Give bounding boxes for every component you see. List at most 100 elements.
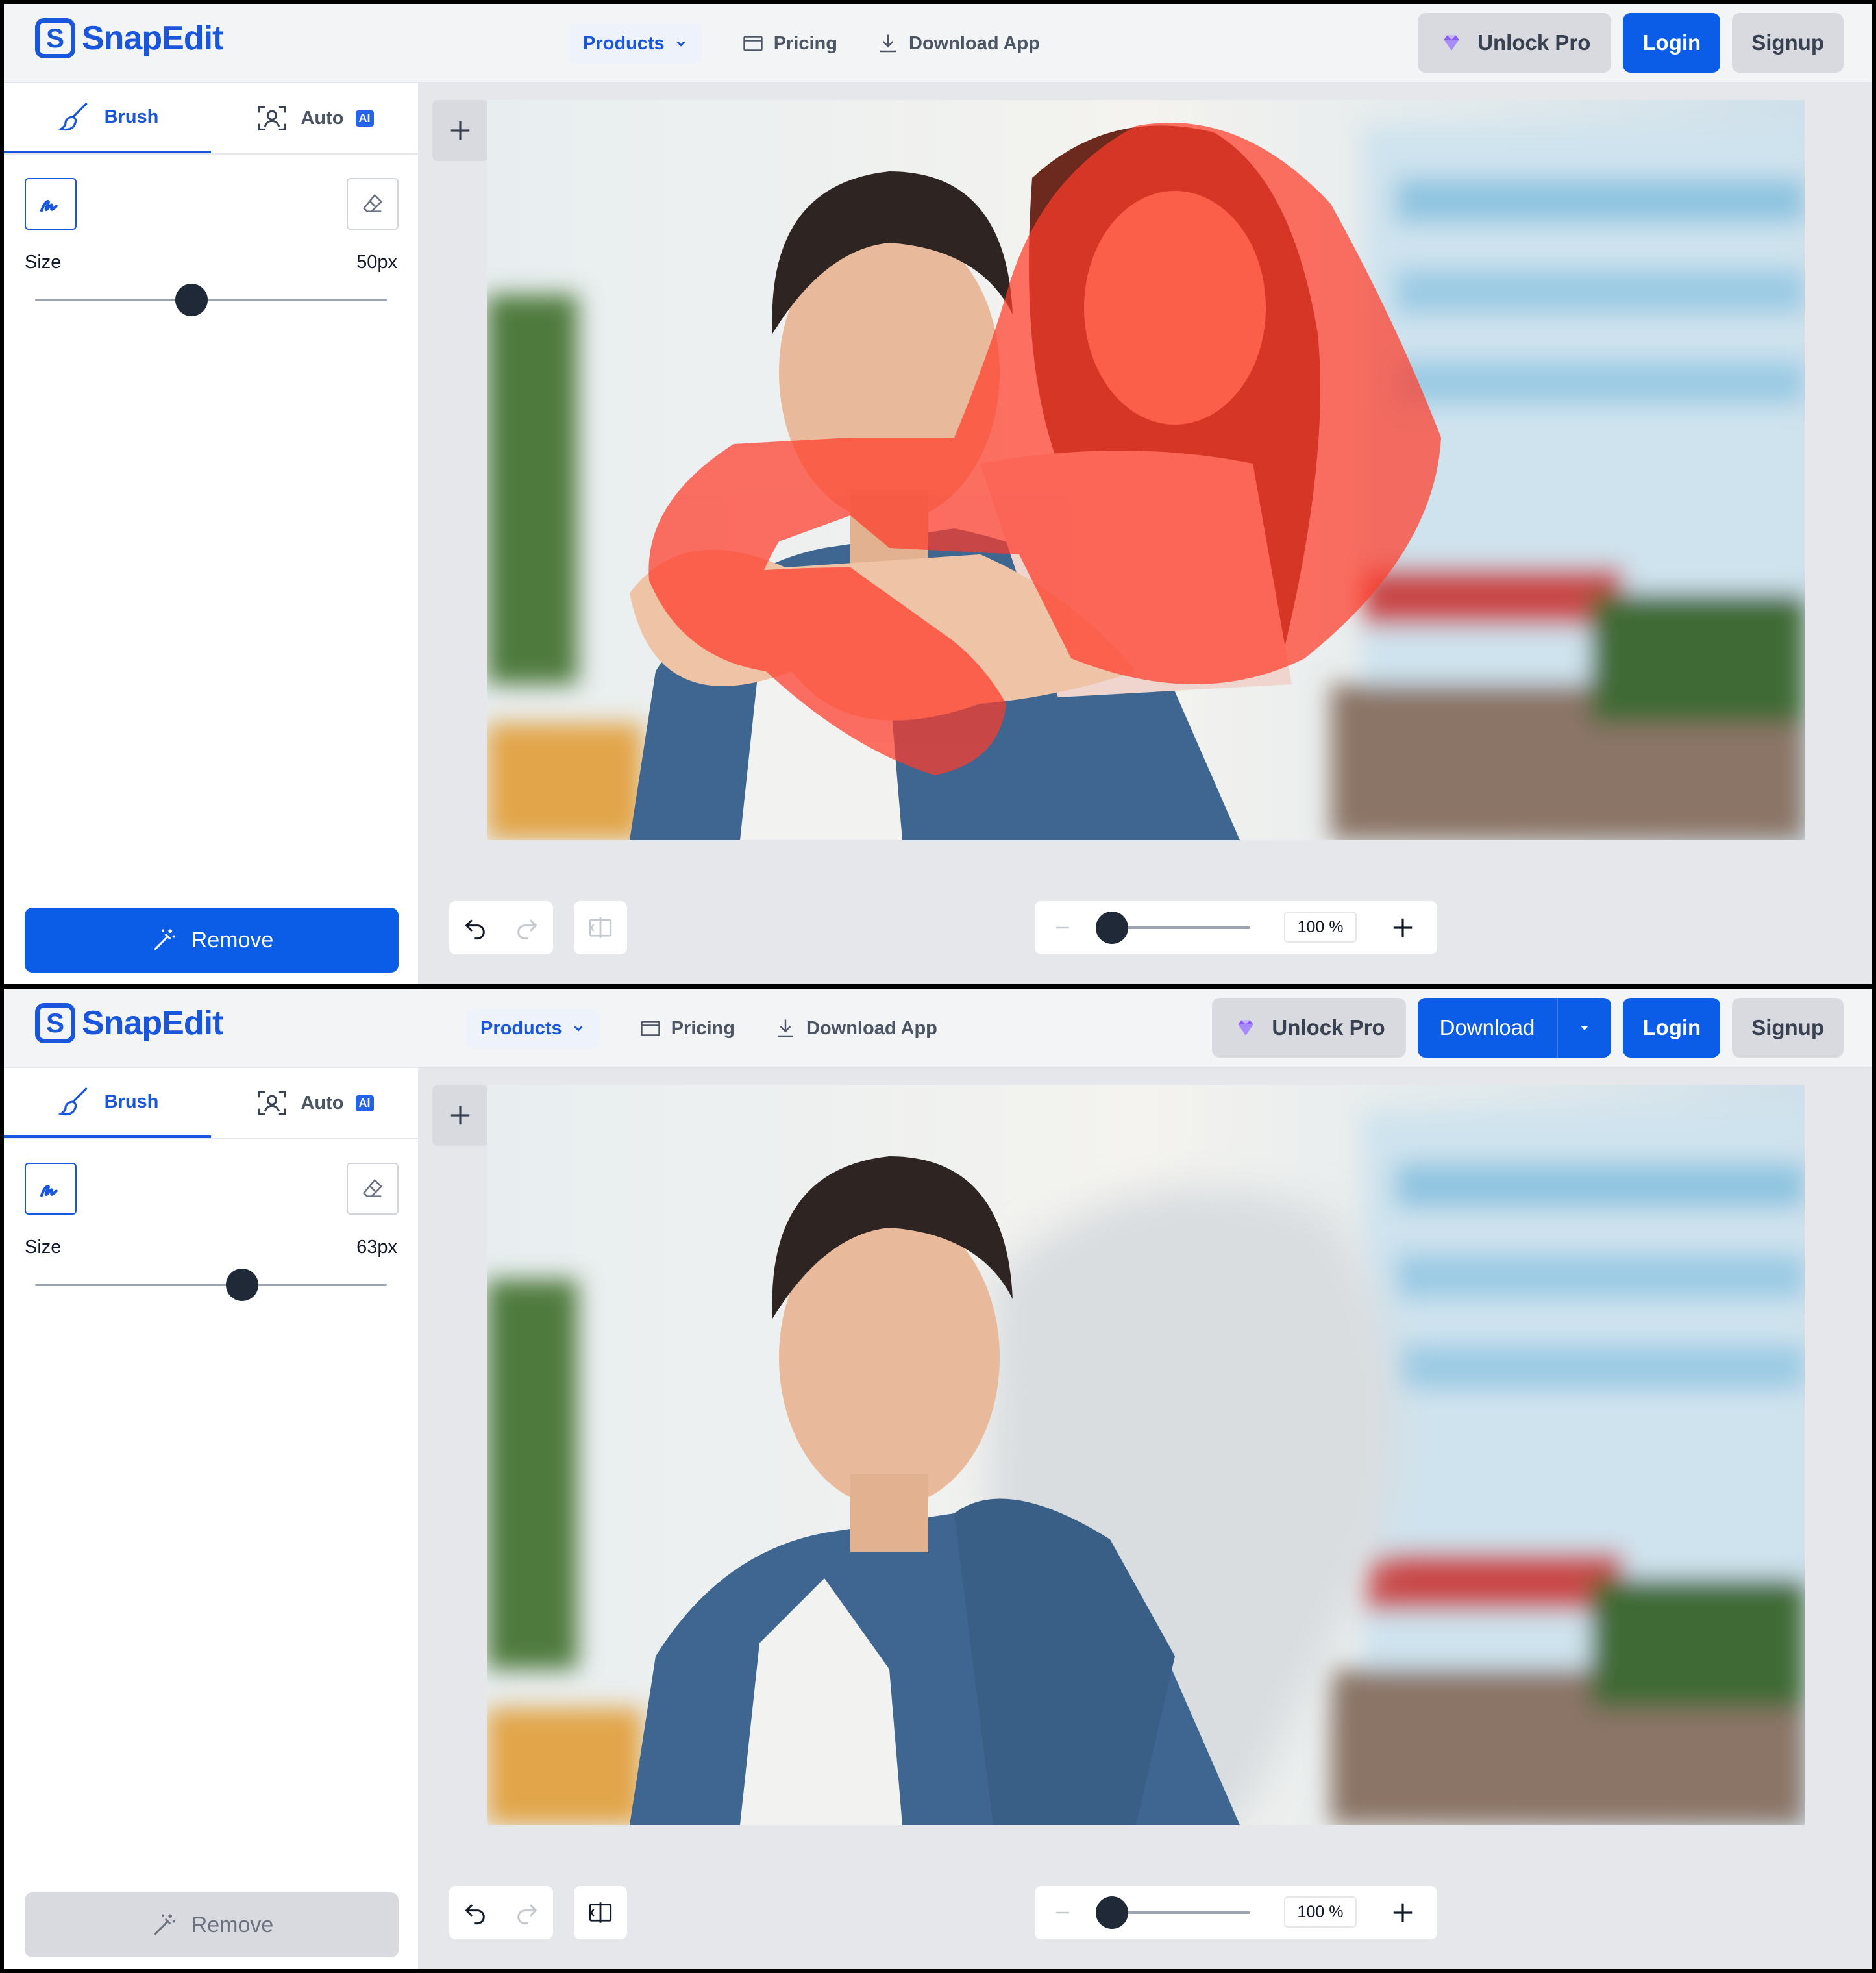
main-nav: Products Pricing Download App (569, 4, 1040, 83)
header-actions: Unlock Pro Login Signup (1418, 12, 1844, 74)
ai-badge: AI (355, 1095, 374, 1111)
compare-button[interactable] (574, 1886, 627, 1939)
nav-products[interactable]: Products (466, 1008, 600, 1049)
nav-products[interactable]: Products (569, 23, 702, 64)
zoom-value[interactable]: 100 % (1284, 1896, 1357, 1928)
redo-button[interactable] (501, 901, 553, 954)
login-button[interactable]: Login (1623, 998, 1721, 1058)
nav-download-app[interactable]: Download App (774, 1017, 937, 1040)
minus-icon (1056, 1911, 1069, 1914)
top-navbar: S SnapEdit Products Pricing Download App… (4, 989, 1872, 1068)
gem-icon (1444, 35, 1459, 51)
download-button[interactable]: Download (1418, 998, 1559, 1058)
nav-pricing-label: Pricing (773, 32, 837, 54)
snapedit-logo-icon: S (35, 18, 75, 58)
size-label: Size (25, 252, 62, 273)
unlock-pro-label: Unlock Pro (1477, 31, 1591, 55)
logo[interactable]: S SnapEdit (35, 16, 223, 61)
compare-icon (589, 1902, 612, 1923)
size-value: 63px (356, 1237, 397, 1258)
pricing-card-icon (743, 36, 763, 51)
redo-button[interactable] (501, 1886, 553, 1939)
tab-brush[interactable]: Brush (4, 83, 211, 153)
draw-pen-icon (40, 200, 58, 212)
signup-button[interactable]: Signup (1732, 13, 1844, 73)
mode-tabs: Brush Auto AI (4, 83, 418, 155)
draw-mode-button[interactable] (25, 1163, 77, 1215)
nav-download-app[interactable]: Download App (876, 32, 1040, 55)
tool-sidebar: Brush Auto AI Size 50px Remove (4, 83, 418, 984)
brush-size-handle[interactable] (226, 1269, 258, 1301)
redo-icon (517, 1904, 537, 1925)
unlock-pro-label: Unlock Pro (1272, 1015, 1385, 1039)
tab-brush[interactable]: Brush (4, 1068, 211, 1138)
plus-icon (450, 1106, 470, 1125)
remove-button[interactable]: Remove (25, 908, 399, 973)
unlock-pro-button[interactable]: Unlock Pro (1418, 13, 1612, 73)
image-canvas[interactable] (487, 100, 1805, 840)
zoom-in-button[interactable] (1388, 913, 1418, 943)
redo-icon (517, 919, 537, 940)
tab-auto-label: Auto (301, 107, 344, 129)
logo[interactable]: S SnapEdit (35, 1000, 223, 1046)
remove-button[interactable]: Remove (25, 1892, 399, 1957)
brush-size-handle[interactable] (175, 284, 208, 316)
unlock-pro-button[interactable]: Unlock Pro (1212, 998, 1406, 1058)
draw-mode-button[interactable] (25, 178, 77, 230)
zoom-out-button[interactable] (1048, 1898, 1078, 1928)
eraser-icon (362, 193, 383, 212)
top-navbar: S SnapEdit Products Pricing Download App… (4, 4, 1872, 83)
nav-pricing[interactable]: Pricing (741, 32, 837, 55)
face-scan-icon (258, 106, 286, 130)
tool-sidebar: Brush Auto AI Size 63px Remove (4, 1068, 418, 1969)
size-label: Size (25, 1237, 62, 1258)
minus-icon (1056, 926, 1069, 929)
logo-text: SnapEdit (82, 1004, 223, 1042)
header-actions: Unlock Pro Download Login Signup (1212, 997, 1844, 1059)
zoom-slider-handle[interactable] (1096, 1896, 1128, 1929)
undo-icon (465, 1904, 485, 1925)
erase-mode-button[interactable] (347, 1163, 399, 1215)
plus-icon (1393, 918, 1413, 937)
download-options-button[interactable] (1558, 998, 1611, 1058)
plus-icon (450, 121, 470, 140)
undo-button[interactable] (449, 901, 501, 954)
history-controls (449, 901, 553, 954)
chevron-down-icon (574, 1026, 583, 1032)
plus-icon (1393, 1903, 1413, 1922)
brush-size-slider[interactable] (35, 299, 387, 301)
size-value: 50px (356, 252, 397, 273)
erase-mode-button[interactable] (347, 178, 399, 230)
download-icon (880, 34, 896, 53)
add-image-button[interactable] (432, 1085, 488, 1146)
undo-button[interactable] (449, 1886, 501, 1939)
snapedit-logo-icon: S (35, 1003, 75, 1043)
nav-pricing[interactable]: Pricing (639, 1017, 735, 1040)
editor-screen-after: S SnapEdit Products Pricing Download App… (4, 989, 1872, 1969)
zoom-out-button[interactable] (1048, 913, 1078, 943)
nav-products-label: Products (583, 32, 665, 54)
tab-auto[interactable]: Auto AI (211, 1068, 418, 1138)
nav-download-app-label: Download App (806, 1017, 937, 1039)
nav-download-app-label: Download App (909, 32, 1040, 54)
zoom-value[interactable]: 100 % (1284, 912, 1357, 943)
add-image-button[interactable] (432, 100, 488, 161)
login-button[interactable]: Login (1623, 13, 1721, 73)
magic-wand-icon (153, 929, 175, 950)
signup-button[interactable]: Signup (1732, 998, 1844, 1058)
download-icon (778, 1019, 793, 1037)
zoom-slider-handle[interactable] (1096, 912, 1128, 944)
download-split-button: Download (1417, 998, 1612, 1058)
image-canvas[interactable] (487, 1085, 1805, 1825)
caret-down-icon (1581, 1026, 1589, 1030)
ai-badge: AI (355, 110, 374, 127)
magic-wand-icon (153, 1914, 175, 1935)
tab-brush-label: Brush (104, 1091, 159, 1112)
tab-auto[interactable]: Auto AI (211, 83, 418, 153)
compare-icon (589, 917, 612, 938)
brush-size-slider[interactable] (35, 1284, 387, 1286)
main-nav: Products Pricing Download App (466, 989, 937, 1068)
compare-button[interactable] (574, 901, 627, 954)
zoom-in-button[interactable] (1388, 1898, 1418, 1928)
zoom-controls: 100 % (1035, 901, 1437, 954)
